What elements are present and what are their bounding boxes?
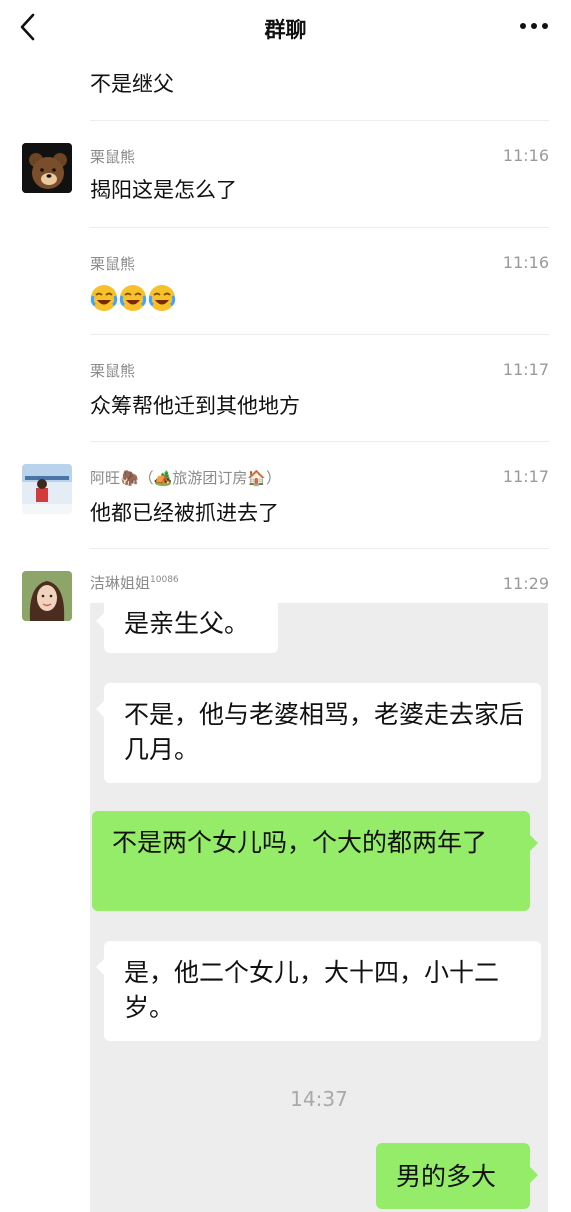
screenshot-bubble: 不是，他与老婆相骂，老婆走去家后几月。 [96, 683, 541, 783]
message-text: 揭阳这是怎么了 [90, 178, 237, 202]
screenshot-timestamp: 14:37 [290, 1087, 348, 1111]
avatar[interactable] [22, 571, 72, 621]
top-bar: 群聊 [0, 0, 571, 56]
divider [90, 120, 549, 121]
avatar[interactable] [22, 464, 72, 514]
sender-name: 栗鼠熊 [90, 148, 136, 166]
screenshot-bubble: 是亲生父。 [96, 603, 278, 653]
divider [90, 227, 549, 228]
screenshot-bubble: 不是两个女儿吗，个大的都两年了 [92, 811, 538, 911]
sender-name-superscript: 10086 [150, 575, 179, 585]
bubble-text: 男的多大 [396, 1162, 497, 1191]
bubble-text: 不是，他与老婆相骂，老婆走去家后几月。 [124, 700, 525, 764]
screenshot-bubble: 是，他二个女儿，大十四，小十二岁。 [96, 941, 541, 1041]
divider [90, 548, 549, 549]
divider [90, 334, 549, 335]
bubble-text: 不是两个女儿吗，个大的都两年了 [112, 828, 488, 857]
crying-laughing-emoji-icon [90, 285, 118, 311]
screenshot-bubble: 男的多大 [376, 1143, 538, 1209]
message-text: 众筹帮他迁到其他地方 [90, 394, 300, 418]
sender-name: 栗鼠熊 [90, 255, 136, 273]
message-time: 11:16 [502, 253, 549, 272]
chat-screenshot-image[interactable]: 是亲生父。 不是，他与老婆相骂，老婆走去家后几月。 不是两个女儿吗，个大的都两年… [90, 603, 548, 1212]
page-title: 群聊 [264, 18, 307, 42]
bubble-text: 是亲生父。 [124, 609, 250, 638]
divider [90, 441, 549, 442]
bear-avatar-icon [22, 143, 72, 193]
message-text: 不是继父 [90, 72, 174, 96]
crying-laughing-emoji-icon [148, 285, 176, 311]
sender-name: 栗鼠熊 [90, 362, 136, 380]
message-text: 他都已经被抓进去了 [90, 501, 279, 525]
avatar[interactable] [22, 143, 72, 193]
message-time: 11:17 [502, 467, 549, 486]
more-options-icon[interactable] [519, 18, 549, 34]
message-time: 11:29 [502, 574, 549, 593]
snow-scene-avatar-icon [22, 464, 72, 514]
message-time: 11:17 [502, 360, 549, 379]
girl-portrait-avatar-icon [22, 571, 72, 621]
bubble-text: 是，他二个女儿，大十四，小十二岁。 [124, 958, 500, 1022]
sender-name: 洁琳姐姐10086 [90, 574, 179, 592]
sender-name: 阿旺🦣（🏕️旅游团订房🏠） [90, 469, 282, 487]
message-time: 11:16 [502, 146, 549, 165]
crying-laughing-emoji-icon [119, 285, 147, 311]
